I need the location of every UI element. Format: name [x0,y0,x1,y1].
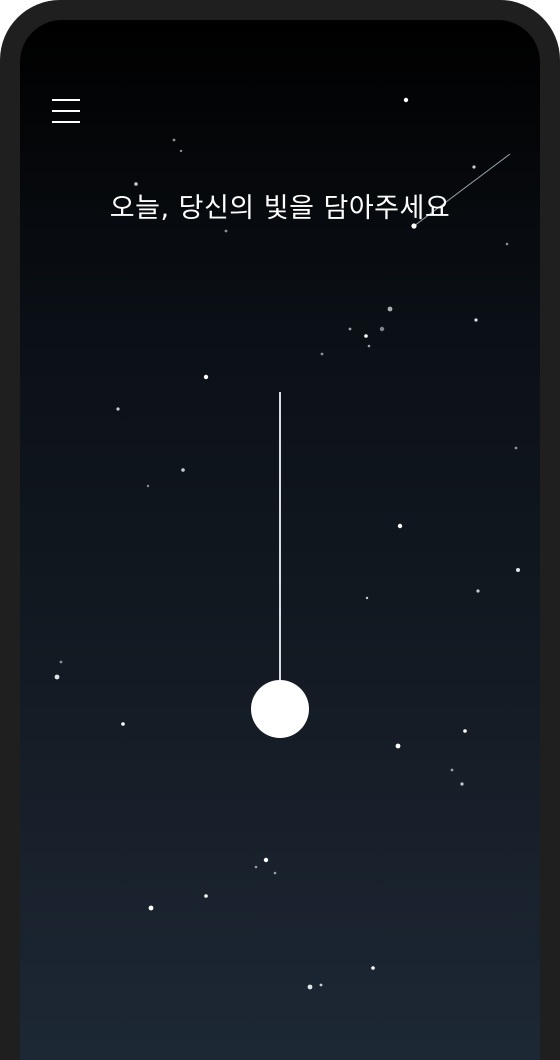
star [367,344,371,348]
star [505,242,509,246]
star [364,334,368,338]
pendulum-string [279,392,281,690]
light-orb-handle[interactable] [251,680,309,738]
star [348,327,352,331]
star [397,523,403,529]
star [263,857,269,863]
star [379,326,385,332]
star [307,984,313,990]
star [463,729,467,733]
star [474,318,478,322]
star [387,306,393,312]
star [121,722,125,726]
star [476,589,480,593]
star [514,446,518,450]
star [450,768,454,772]
star [59,660,63,664]
star [116,407,120,411]
star [54,674,60,680]
star [403,97,409,103]
star [320,352,324,356]
page-title: 오늘, 당신의 빛을 담아주세요 [109,193,451,224]
hamburger-menu-icon [52,110,80,112]
star [371,966,375,970]
hamburger-menu-icon [52,121,80,123]
star [203,374,209,380]
star [224,229,228,233]
screen: 오늘, 당신의 빛을 담아주세요 [20,20,540,1060]
star [273,871,277,875]
menu-button[interactable] [50,98,82,128]
star [254,865,258,869]
star [460,782,464,786]
device-frame: 오늘, 당신의 빛을 담아주세요 [0,0,560,1060]
star [179,149,183,153]
hamburger-menu-icon [52,99,80,101]
star [181,468,185,472]
star [148,905,154,911]
star [472,165,476,169]
star [395,743,401,749]
star [516,568,520,572]
star [204,894,208,898]
star [365,596,369,600]
star [172,138,176,142]
star [319,983,323,987]
star [146,484,150,488]
